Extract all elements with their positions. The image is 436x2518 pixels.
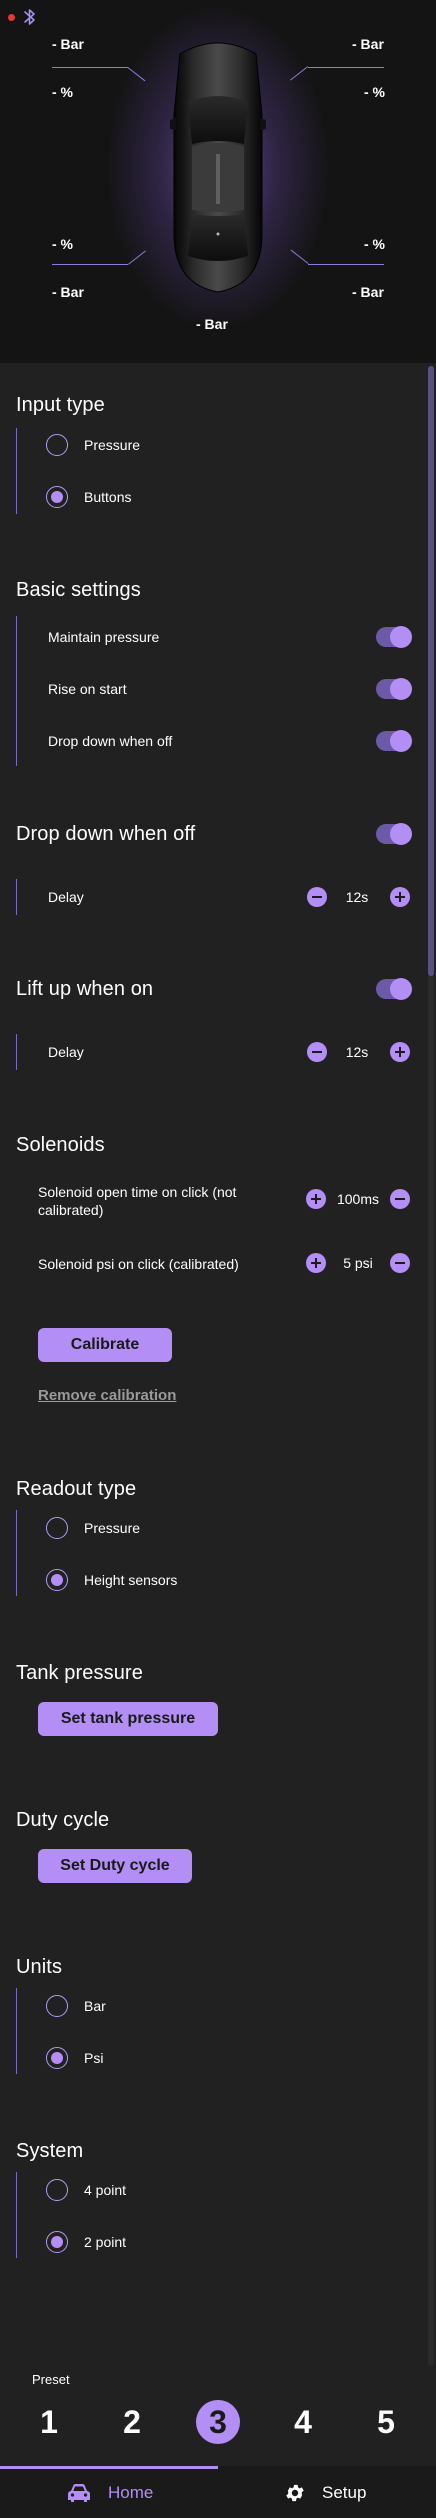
solenoid-open-time-increase-button[interactable]	[306, 1189, 326, 1209]
calibrate-button[interactable]: Calibrate	[38, 1328, 172, 1362]
lift-up-delay-decrease-button[interactable]	[307, 1042, 327, 1062]
section-divider	[16, 428, 17, 514]
rear-right-percent: - %	[364, 236, 385, 252]
rise-on-start-toggle[interactable]	[376, 678, 412, 700]
lift-up-section-toggle[interactable]	[376, 978, 412, 1000]
section-title-duty-cycle: Duty cycle	[16, 1809, 110, 1831]
units-bar-radio[interactable]	[46, 1995, 68, 2017]
front-right-pressure: - Bar	[352, 36, 384, 52]
section-title-input-type: Input type	[16, 394, 105, 416]
toggle-knob	[390, 730, 412, 752]
lift-up-delay-value: 12s	[345, 1044, 369, 1060]
connection-status-dot	[8, 14, 15, 21]
preset-label: Preset	[32, 2372, 70, 2387]
rear-right-pressure: - Bar	[352, 284, 384, 300]
preset-5-button[interactable]: 5	[364, 2400, 408, 2444]
section-title-system: System	[16, 2140, 84, 2162]
drop-down-delay-increase-button[interactable]	[390, 887, 410, 907]
set-duty-cycle-button[interactable]: Set Duty cycle	[38, 1849, 192, 1883]
units-psi-label[interactable]: Psi	[84, 2050, 103, 2066]
bluetooth-icon[interactable]	[22, 6, 38, 28]
set-tank-pressure-button[interactable]: Set tank pressure	[38, 1702, 218, 1736]
car-top-view-image	[170, 42, 266, 293]
drop-down-when-off-toggle[interactable]	[376, 730, 412, 752]
input-type-buttons-label[interactable]: Buttons	[84, 489, 131, 505]
section-title-lift-up-when-on: Lift up when on	[16, 978, 154, 1000]
lift-up-delay-increase-button[interactable]	[390, 1042, 410, 1062]
lift-up-delay-label: Delay	[48, 1044, 84, 1060]
rear-left-percent: - %	[52, 236, 73, 252]
scrollbar-track[interactable]	[428, 366, 434, 2366]
maintain-pressure-label: Maintain pressure	[48, 629, 160, 645]
section-divider	[16, 879, 17, 915]
readout-pressure-radio[interactable]	[46, 1517, 68, 1539]
section-divider	[16, 1988, 17, 2074]
section-title-solenoids: Solenoids	[16, 1134, 105, 1156]
active-tab-indicator	[0, 2466, 218, 2469]
system-4-point-label[interactable]: 4 point	[84, 2182, 126, 2198]
section-title-tank-pressure: Tank pressure	[16, 1662, 143, 1684]
system-4-point-radio[interactable]	[46, 2179, 68, 2201]
section-divider	[16, 1034, 17, 1070]
car-status-panel: - Bar - % - Bar - % - % - Bar - % - Bar	[0, 0, 436, 363]
input-type-pressure-radio[interactable]	[46, 434, 68, 456]
solenoid-psi-decrease-button[interactable]	[390, 1253, 410, 1273]
system-2-point-radio[interactable]	[46, 2231, 68, 2253]
rise-on-start-label: Rise on start	[48, 681, 127, 697]
toggle-knob	[390, 626, 412, 648]
units-bar-label[interactable]: Bar	[84, 1998, 106, 2014]
preset-3-button[interactable]: 3	[196, 2400, 240, 2444]
section-title-readout-type: Readout type	[16, 1478, 137, 1500]
nav-setup-label: Setup	[322, 2483, 367, 2502]
toggle-knob	[390, 678, 412, 700]
rear-left-pressure: - Bar	[52, 284, 84, 300]
input-type-buttons-radio[interactable]	[46, 486, 68, 508]
system-2-point-label[interactable]: 2 point	[84, 2234, 126, 2250]
section-title-drop-down-when-off: Drop down when off	[16, 823, 196, 845]
section-title-basic-settings: Basic settings	[16, 579, 141, 601]
drop-down-section-toggle[interactable]	[376, 823, 412, 845]
remove-calibration-link[interactable]: Remove calibration	[38, 1387, 176, 1404]
toggle-knob	[390, 978, 412, 1000]
tank-pressure-readout: - Bar	[196, 316, 228, 332]
solenoid-open-time-value: 100ms	[336, 1191, 380, 1207]
drop-down-delay-decrease-button[interactable]	[307, 887, 327, 907]
gear-icon	[286, 2484, 304, 2502]
readout-height-sensors-label[interactable]: Height sensors	[84, 1572, 177, 1588]
drop-down-when-off-label: Drop down when off	[48, 733, 173, 749]
section-divider	[16, 1510, 17, 1596]
preset-1-button[interactable]: 1	[27, 2400, 71, 2444]
solenoid-open-time-decrease-button[interactable]	[390, 1189, 410, 1209]
section-divider	[16, 616, 17, 766]
readout-pressure-label[interactable]: Pressure	[84, 1520, 140, 1536]
front-right-percent: - %	[364, 84, 385, 100]
nav-setup[interactable]: Setup	[284, 2480, 366, 2506]
solenoid-open-time-label: Solenoid open time on click (not calibra…	[38, 1184, 237, 1218]
front-left-pressure: - Bar	[52, 36, 84, 52]
solenoid-psi-label: Solenoid psi on click (calibrated)	[38, 1256, 239, 1272]
units-psi-radio[interactable]	[46, 2047, 68, 2069]
input-type-pressure-label[interactable]: Pressure	[84, 437, 140, 453]
drop-down-delay-label: Delay	[48, 889, 84, 905]
rear-right-pointer-line	[308, 264, 384, 265]
preset-2-button[interactable]: 2	[110, 2400, 154, 2444]
front-left-percent: - %	[52, 84, 73, 100]
nav-home-label: Home	[108, 2483, 154, 2502]
car-icon	[68, 2484, 90, 2502]
section-title-units: Units	[16, 1956, 63, 1978]
toggle-knob	[390, 823, 412, 845]
preset-4-button[interactable]: 4	[281, 2400, 325, 2444]
solenoid-psi-increase-button[interactable]	[306, 1253, 326, 1273]
front-left-pointer-line	[52, 67, 128, 68]
front-right-pointer-line	[308, 67, 384, 68]
scrollbar-thumb[interactable]	[428, 366, 434, 976]
section-divider	[16, 2172, 17, 2258]
maintain-pressure-toggle[interactable]	[376, 626, 412, 648]
drop-down-delay-value: 12s	[345, 889, 369, 905]
solenoid-psi-value: 5 psi	[343, 1255, 373, 1271]
nav-home[interactable]: Home	[66, 2480, 153, 2506]
readout-height-sensors-radio[interactable]	[46, 1569, 68, 1591]
rear-left-pointer-line	[52, 264, 128, 265]
